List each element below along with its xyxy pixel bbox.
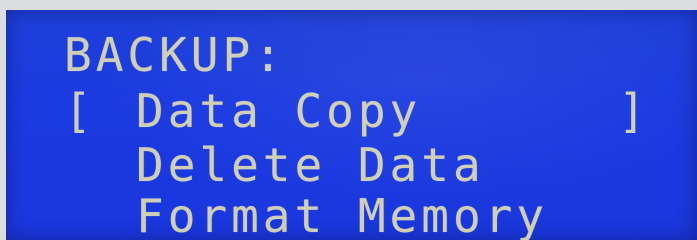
menu-item-format-memory[interactable]: Format Memory (136, 193, 548, 239)
lcd-screen: BACKUP: [ Data Copy ] Delete Data Format… (6, 10, 697, 240)
menu-title: BACKUP: (64, 28, 286, 82)
selection-bracket-left: [ (64, 84, 92, 138)
menu-item-delete-data[interactable]: Delete Data (136, 142, 485, 188)
selection-bracket-right: ] (618, 84, 646, 138)
menu-item-data-copy[interactable]: Data Copy (136, 88, 421, 134)
